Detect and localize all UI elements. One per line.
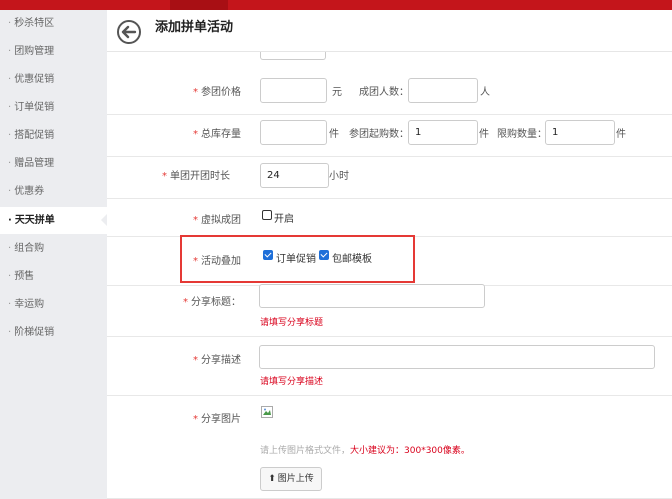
sidebar-item-label: 赠品管理 [14,158,55,169]
sidebar-item-label: 优惠券 [14,186,45,197]
sidebar-item-combo[interactable]: · 组合购 [0,235,107,262]
stock-unit: 件 [329,129,339,140]
order-promo-option-label: 订单促销 [276,254,316,265]
sidebar-item-discount[interactable]: · 优惠促销 [0,66,107,93]
sidebar-item-bundle-promo[interactable]: · 搭配促销 [0,122,107,149]
limit-input[interactable]: 1 [545,120,615,145]
back-arrow-icon[interactable] [117,20,141,44]
group-size-unit: 人 [480,87,490,98]
sidebar-item-label: 优惠促销 [14,74,55,85]
divider [107,336,672,337]
limit-unit: 件 [616,129,626,140]
stock-input[interactable] [260,120,327,145]
group-size-label: 成团人数： [359,87,409,98]
share-title-label: * 分享标题： [183,297,241,308]
sidebar-item-coupons[interactable]: · 优惠券 [0,178,107,205]
activity-stack-label: * 活动叠加 [193,256,241,267]
divider [107,114,672,115]
sidebar-item-label: 秒杀特区 [14,18,55,29]
sidebar-item-tiered-promo[interactable]: · 阶梯促销 [0,319,107,346]
free-shipping-checkbox[interactable] [319,250,329,260]
upload-icon: ⬆ [268,474,276,484]
sidebar-item-label: 预售 [14,271,35,282]
share-desc-error: 请填写分享描述 [260,377,324,387]
duration-label: * 单团开团时长 [162,171,230,182]
virtual-group-label: * 虚拟成团 [193,215,241,226]
sidebar-item-label: 阶梯促销 [14,327,55,338]
share-desc-input[interactable] [259,345,655,369]
sidebar: · 秒杀特区 · 团购管理 · 优惠促销 · 订单促销 · 搭配促销 · 赠品管理 · 优惠券… [0,10,107,499]
min-buy-input[interactable]: 1 [408,120,478,145]
sidebar-item-label: 天天拼单 [14,215,55,226]
share-image-label: * 分享图片 [193,414,241,425]
sidebar-item-presale[interactable]: · 预售 [0,263,107,290]
group-size-input[interactable] [408,78,478,103]
price-input[interactable] [260,78,327,103]
sidebar-item-seckill[interactable]: · 秒杀特区 [0,10,107,37]
sidebar-item-daily-group[interactable]: · 天天拼单 [0,207,107,234]
min-buy-unit: 件 [479,129,489,140]
price-label: * 参团价格 [193,87,241,98]
page-title: 添加拼单活动 [155,20,234,35]
min-buy-label: 参团起购数： [349,129,409,140]
stock-label: * 总库存量 [193,129,241,140]
share-title-input[interactable] [259,284,485,308]
upload-image-button[interactable]: ⬆ 图片上传 [260,467,322,491]
virtual-group-option-label: 开启 [274,214,294,225]
sidebar-item-label: 团购管理 [14,46,55,57]
top-nav-active-tab[interactable] [170,0,228,10]
share-desc-label: * 分享描述 [193,355,241,366]
price-unit: 元 [332,87,342,98]
page-header: 添加拼单活动 [107,10,672,52]
top-nav-bar [0,0,672,10]
sidebar-item-label: 幸运购 [14,299,45,310]
broken-image-icon [261,406,273,418]
sidebar-item-label: 组合购 [14,243,45,254]
limit-label: 限购数量： [497,129,547,140]
duration-unit: 小时 [329,171,349,182]
previous-field-input[interactable] [260,52,326,60]
sidebar-item-label: 搭配促销 [14,130,55,141]
sidebar-item-order-promo[interactable]: · 订单促销 [0,94,107,121]
sidebar-item-gifts[interactable]: · 赠品管理 [0,150,107,177]
divider [107,395,672,396]
share-image-hint: 请上传图片格式文件，大小建议为：300*300像素。 [260,446,470,456]
share-title-error: 请填写分享标题 [260,318,324,328]
sidebar-item-label: 订单促销 [14,102,55,113]
free-shipping-option-label: 包邮模板 [332,254,372,265]
sidebar-item-lucky-buy[interactable]: · 幸运购 [0,291,107,318]
divider [107,198,672,199]
duration-input[interactable]: 24 [260,163,329,188]
main-content: 添加拼单活动 * 参团价格 元 成团人数： 人 * 总库存量 件 参团起购数： 1 … [107,10,672,499]
virtual-group-checkbox[interactable] [262,210,272,220]
divider [107,156,672,157]
order-promo-checkbox[interactable] [263,250,273,260]
sidebar-item-group-buy[interactable]: · 团购管理 [0,38,107,65]
